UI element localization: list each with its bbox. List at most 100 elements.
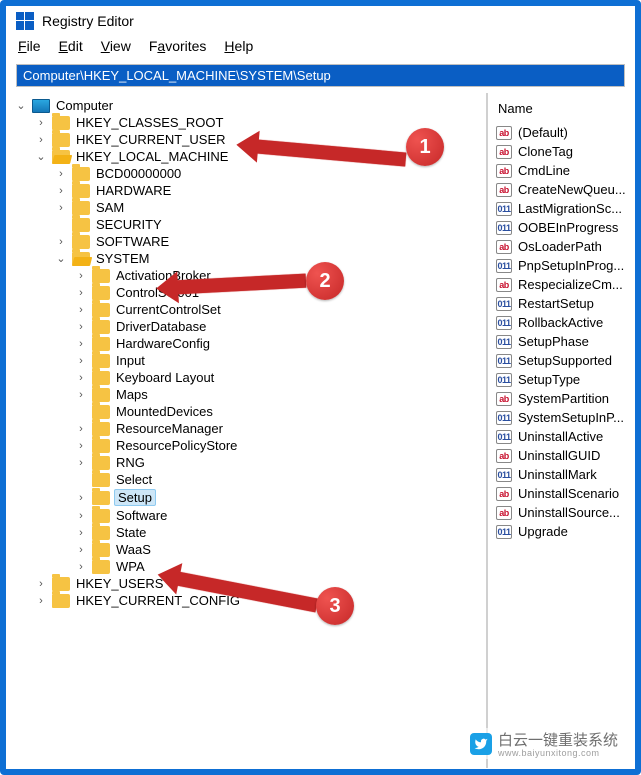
- expand-icon[interactable]: ›: [74, 527, 88, 539]
- tree-item-hardwareconfig[interactable]: ›HardwareConfig: [74, 335, 486, 352]
- tree-item-maps[interactable]: › Maps: [74, 386, 486, 403]
- menu-file[interactable]: File: [18, 38, 41, 54]
- tree-label[interactable]: MountedDevices: [114, 404, 215, 419]
- expand-icon[interactable]: ›: [74, 510, 88, 522]
- menu-edit[interactable]: Edit: [59, 38, 83, 54]
- value-row[interactable]: ab(Default): [494, 123, 635, 142]
- tree-label[interactable]: Computer: [54, 98, 115, 113]
- tree-item-wpa[interactable]: › WPA: [74, 558, 486, 575]
- expand-icon[interactable]: ›: [74, 389, 88, 401]
- value-row[interactable]: 011UninstallActive: [494, 427, 635, 446]
- tree-label[interactable]: WaaS: [114, 542, 153, 557]
- value-row[interactable]: 011LastMigrationSc...: [494, 199, 635, 218]
- tree-label[interactable]: Setup: [114, 489, 156, 506]
- tree-label[interactable]: HKEY_USERS: [74, 576, 165, 591]
- value-row[interactable]: abSystemPartition: [494, 389, 635, 408]
- tree-label[interactable]: RNG: [114, 455, 147, 470]
- menu-view[interactable]: View: [101, 38, 131, 54]
- tree-item-rng[interactable]: › RNG: [74, 454, 486, 471]
- tree-item-select[interactable]: ›Select: [74, 471, 486, 488]
- value-row[interactable]: abCmdLine: [494, 161, 635, 180]
- value-row[interactable]: abCloneTag: [494, 142, 635, 161]
- tree-item-waas[interactable]: › WaaS: [74, 541, 486, 558]
- expand-icon[interactable]: ›: [74, 492, 88, 504]
- tree-label[interactable]: Select: [114, 472, 154, 487]
- tree-item-currentcontrolset[interactable]: › CurrentControlSet: [74, 301, 486, 318]
- expand-icon[interactable]: ›: [74, 457, 88, 469]
- tree-item-bcd00000000[interactable]: › BCD00000000: [54, 165, 486, 182]
- expand-icon[interactable]: ›: [34, 117, 48, 129]
- tree-label[interactable]: HKEY_CURRENT_USER: [74, 132, 228, 147]
- value-row[interactable]: 011UninstallMark: [494, 465, 635, 484]
- tree-label[interactable]: ResourcePolicyStore: [114, 438, 239, 453]
- collapse-icon[interactable]: ⌄: [54, 252, 68, 265]
- address-bar[interactable]: Computer\HKEY_LOCAL_MACHINE\SYSTEM\Setup: [16, 64, 625, 87]
- value-row[interactable]: 011OOBEInProgress: [494, 218, 635, 237]
- value-row[interactable]: abUninstallScenario: [494, 484, 635, 503]
- tree-label[interactable]: SAM: [94, 200, 126, 215]
- value-row[interactable]: 011PnpSetupInProg...: [494, 256, 635, 275]
- tree-label[interactable]: WPA: [114, 559, 147, 574]
- value-row[interactable]: 011SetupType: [494, 370, 635, 389]
- expand-icon[interactable]: ›: [54, 202, 68, 214]
- tree-item-hardware[interactable]: › HARDWARE: [54, 182, 486, 199]
- tree-label[interactable]: CurrentControlSet: [114, 302, 223, 317]
- tree-label[interactable]: HARDWARE: [94, 183, 173, 198]
- tree-item-system[interactable]: ⌄ SYSTEM: [54, 250, 486, 267]
- expand-icon[interactable]: ›: [74, 355, 88, 367]
- tree-item-security[interactable]: ›SECURITY: [54, 216, 486, 233]
- value-row[interactable]: 011RestartSetup: [494, 294, 635, 313]
- tree-item-resourcepolicystore[interactable]: ›ResourcePolicyStore: [74, 437, 486, 454]
- tree-label[interactable]: BCD00000000: [94, 166, 183, 181]
- tree-item-resourcemanager[interactable]: ›ResourceManager: [74, 420, 486, 437]
- value-row[interactable]: abCreateNewQueu...: [494, 180, 635, 199]
- value-row[interactable]: 011RollbackActive: [494, 313, 635, 332]
- value-row[interactable]: 011SetupPhase: [494, 332, 635, 351]
- tree-label[interactable]: HKEY_LOCAL_MACHINE: [74, 149, 230, 164]
- value-row[interactable]: abUninstallSource...: [494, 503, 635, 522]
- tree-label[interactable]: SOFTWARE: [94, 234, 171, 249]
- tree-label[interactable]: HardwareConfig: [114, 336, 212, 351]
- tree-label[interactable]: SECURITY: [94, 217, 164, 232]
- tree-item-driverdatabase[interactable]: ›DriverDatabase: [74, 318, 486, 335]
- tree-item-software[interactable]: › Software: [74, 507, 486, 524]
- value-row[interactable]: 011SystemSetupInP...: [494, 408, 635, 427]
- tree-label[interactable]: Software: [114, 508, 169, 523]
- tree-item-software[interactable]: ›SOFTWARE: [54, 233, 486, 250]
- column-header-name[interactable]: Name: [494, 99, 635, 123]
- expand-icon[interactable]: ›: [54, 168, 68, 180]
- tree-label[interactable]: SYSTEM: [94, 251, 151, 266]
- tree-item-computer[interactable]: ⌄ Computer: [14, 97, 486, 114]
- expand-icon[interactable]: ›: [74, 270, 88, 282]
- expand-icon[interactable]: ›: [74, 561, 88, 573]
- menu-favorites[interactable]: Favorites: [149, 38, 207, 54]
- tree-item-mounteddevices[interactable]: ›MountedDevices: [74, 403, 486, 420]
- tree-item-input[interactable]: › Input: [74, 352, 486, 369]
- tree-label[interactable]: HKEY_CURRENT_CONFIG: [74, 593, 242, 608]
- tree-label[interactable]: Input: [114, 353, 147, 368]
- tree-label[interactable]: HKEY_CLASSES_ROOT: [74, 115, 225, 130]
- tree-pane[interactable]: ⌄ Computer › HKEY_CLASSES_ROOT › HKEY_CURRENT…: [6, 93, 486, 768]
- tree-label[interactable]: Maps: [114, 387, 150, 402]
- expand-icon[interactable]: ›: [74, 423, 88, 435]
- tree-item-keyboard-layout[interactable]: › Keyboard Layout: [74, 369, 486, 386]
- expand-icon[interactable]: ›: [74, 304, 88, 316]
- expand-icon[interactable]: ›: [34, 595, 48, 607]
- expand-icon[interactable]: ›: [74, 544, 88, 556]
- collapse-icon[interactable]: ⌄: [14, 99, 28, 112]
- value-row[interactable]: 011SetupSupported: [494, 351, 635, 370]
- expand-icon[interactable]: ›: [34, 578, 48, 590]
- expand-icon[interactable]: ›: [74, 372, 88, 384]
- menu-help[interactable]: Help: [224, 38, 253, 54]
- values-pane[interactable]: Name ab(Default)abCloneTagabCmdLineabCre…: [488, 93, 635, 768]
- tree-item-setup[interactable]: › Setup: [74, 488, 486, 507]
- expand-icon[interactable]: ›: [34, 134, 48, 146]
- expand-icon[interactable]: ›: [54, 185, 68, 197]
- value-row[interactable]: abOsLoaderPath: [494, 237, 635, 256]
- tree-item-sam[interactable]: › SAM: [54, 199, 486, 216]
- value-row[interactable]: abRespecializeCm...: [494, 275, 635, 294]
- value-row[interactable]: 011Upgrade: [494, 522, 635, 541]
- tree-label[interactable]: Keyboard Layout: [114, 370, 216, 385]
- expand-icon[interactable]: ›: [74, 287, 88, 299]
- expand-icon[interactable]: ›: [74, 321, 88, 333]
